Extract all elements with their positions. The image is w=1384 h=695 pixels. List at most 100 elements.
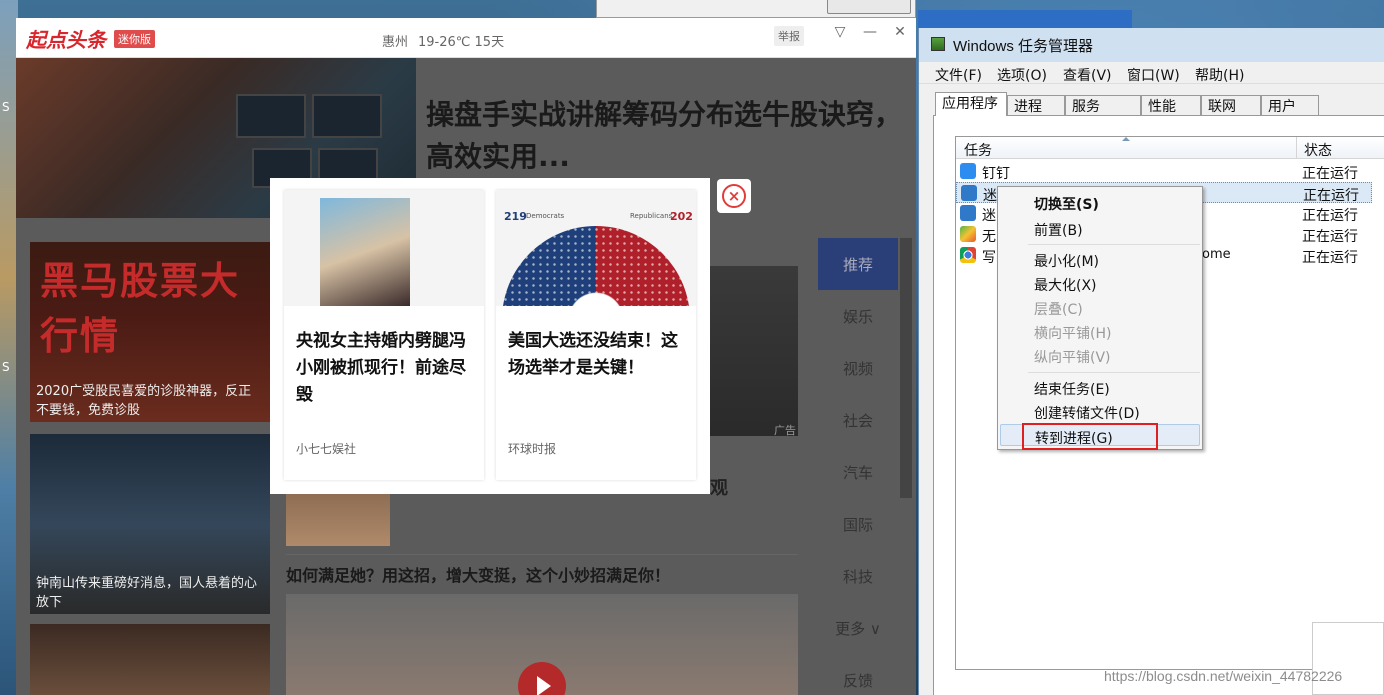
- menu-file[interactable]: 文件(F): [935, 65, 982, 85]
- dropdown-icon[interactable]: ▽: [832, 24, 848, 40]
- task-row[interactable]: 钉钉 正在运行: [956, 161, 1384, 182]
- news-card-zhong[interactable]: 钟南山传来重磅好消息，国人悬着的心放下: [30, 434, 270, 614]
- news-thumbnail[interactable]: [286, 488, 390, 546]
- menu-item-label: 层叠(C): [1034, 302, 1083, 318]
- category-tab[interactable]: 视频: [818, 342, 898, 394]
- brand-logo: 起点头条: [26, 28, 106, 52]
- news-image[interactable]: [710, 266, 798, 436]
- list-header: 任务 状态: [956, 137, 1384, 159]
- ie-icon: [960, 226, 976, 242]
- menu-item-label: 纵向平铺(V): [1034, 350, 1111, 366]
- menu-window[interactable]: 窗口(W): [1127, 65, 1180, 85]
- menu-item-minimize[interactable]: 最小化(M): [1000, 248, 1200, 270]
- menu-item-switch-to[interactable]: 切换至(S): [1000, 191, 1200, 213]
- task-status: 正在运行: [1303, 188, 1359, 204]
- task-name-tail: ome: [1202, 247, 1231, 262]
- desktop-icon-label: S: [2, 100, 10, 114]
- category-tab[interactable]: 娱乐: [818, 290, 898, 342]
- scrollbar[interactable]: [900, 238, 912, 498]
- popup-close-icon[interactable]: ×: [717, 179, 751, 213]
- category-tab[interactable]: 更多 ∨: [818, 602, 898, 654]
- tab-services[interactable]: 服务: [1065, 95, 1141, 115]
- card-caption: 2020广受股民喜爱的诊股神器，反正不要钱，免费诊股: [36, 384, 252, 418]
- column-status[interactable]: 状态: [1304, 140, 1332, 160]
- category-tab[interactable]: 汽车: [818, 446, 898, 498]
- video-thumbnail[interactable]: [286, 594, 798, 695]
- news-titlebar: 起点头条 迷你版 惠州 19-26℃ 15天 举报 ▽ — ✕: [16, 18, 916, 58]
- report-button[interactable]: 举报: [774, 26, 804, 46]
- weather-label[interactable]: 19-26℃ 15天: [418, 35, 504, 50]
- popup-card-source: 小七七娱社: [296, 442, 357, 456]
- menu-item-label: 前置(B): [1034, 223, 1083, 239]
- news-card-face[interactable]: [30, 624, 270, 695]
- popup-dialog: 央视女主持婚内劈腿冯小刚被抓现行！前途尽毁 小七七娱社 219 Democrat…: [270, 178, 710, 494]
- menu-item-create-dump[interactable]: 创建转储文件(D): [1000, 400, 1200, 422]
- popup-card[interactable]: 219 Democrats Republicans 202 美国大选还没结束！这…: [496, 190, 696, 480]
- column-task[interactable]: 任务: [964, 140, 992, 160]
- task-status: 正在运行: [1302, 166, 1358, 182]
- dem-count: 219: [504, 210, 527, 223]
- task-status: 正在运行: [1302, 208, 1358, 224]
- toutiao-icon: [961, 185, 977, 201]
- menu-item-tile-horizontal: 横向平铺(H): [1000, 320, 1200, 342]
- popup-image: [284, 190, 484, 306]
- brand-badge: 迷你版: [114, 30, 155, 48]
- popup-card-title[interactable]: 美国大选还没结束！这场选举才是关键！: [508, 328, 686, 382]
- task-name: 写: [982, 250, 996, 266]
- category-tab[interactable]: 反馈: [818, 654, 898, 695]
- menu-options[interactable]: 选项(O): [997, 65, 1047, 85]
- news-card-stock[interactable]: 黑马股票大行情 2020广受股民喜爱的诊股神器，反正不要钱，免费诊股: [30, 242, 270, 422]
- rep-count: 202: [670, 210, 693, 223]
- desktop-icon-label: S: [2, 360, 10, 374]
- close-icon[interactable]: ✕: [892, 24, 908, 40]
- partial-headline[interactable]: 观: [710, 474, 728, 500]
- category-tab[interactable]: 社会: [818, 394, 898, 446]
- popup-image: 219 Democrats Republicans 202: [496, 190, 696, 306]
- menu-separator: [1028, 372, 1200, 373]
- tab-networking[interactable]: 联网: [1201, 95, 1261, 115]
- tab-applications[interactable]: 应用程序: [935, 92, 1007, 116]
- menu-item-label: 创建转储文件(D): [1034, 406, 1140, 422]
- menu-item-label: 最小化(M): [1034, 254, 1100, 270]
- minimize-icon[interactable]: —: [862, 24, 878, 40]
- news-headline[interactable]: 如何满足她？用这招，增大变挺，这个小妙招满足你！: [286, 562, 670, 586]
- election-chart: [502, 226, 690, 306]
- category-tab[interactable]: 推荐: [818, 238, 898, 290]
- chrome-icon: [960, 247, 976, 263]
- ad-label: 广告: [774, 424, 796, 437]
- menu-item-maximize[interactable]: 最大化(X): [1000, 272, 1200, 294]
- rep-label: Republicans: [630, 212, 673, 220]
- task-status: 正在运行: [1302, 229, 1358, 245]
- category-tab[interactable]: 科技: [818, 550, 898, 602]
- popup-card[interactable]: 央视女主持婚内劈腿冯小刚被抓现行！前途尽毁 小七七娱社: [284, 190, 484, 480]
- city-label[interactable]: 惠州: [382, 35, 408, 50]
- menu-item-bring-to-front[interactable]: 前置(B): [1000, 217, 1200, 239]
- weather-info: 惠州 19-26℃ 15天: [382, 31, 504, 50]
- play-icon[interactable]: [518, 662, 566, 695]
- task-manager-icon: [931, 37, 945, 51]
- category-nav: 推荐 娱乐 视频 社会 汽车 国际 科技 更多 ∨ 反馈: [818, 238, 898, 695]
- card-caption: 钟南山传来重磅好消息，国人悬着的心放下: [36, 576, 258, 610]
- photo: [320, 198, 410, 306]
- menu-help[interactable]: 帮助(H): [1195, 65, 1244, 85]
- category-tab[interactable]: 国际: [818, 498, 898, 550]
- menu-item-label: 切换至(S): [1034, 197, 1099, 213]
- task-status: 正在运行: [1302, 250, 1358, 266]
- menu-separator: [1028, 244, 1200, 245]
- hero-headline[interactable]: 操盘手实战讲解筹码分布选牛股诀窍，高效实用...: [426, 94, 906, 178]
- menu-item-cascade: 层叠(C): [1000, 296, 1200, 318]
- popup-card-source: 环球时报: [508, 442, 557, 456]
- menu-item-end-task[interactable]: 结束任务(E): [1000, 376, 1200, 398]
- red-highlight-box: [1022, 423, 1158, 450]
- tab-users[interactable]: 用户: [1261, 95, 1319, 115]
- menu-bar: 文件(F) 选项(O) 查看(V) 窗口(W) 帮助(H): [919, 62, 1384, 84]
- menu-view[interactable]: 查看(V): [1063, 65, 1112, 85]
- tab-processes[interactable]: 进程: [1007, 95, 1065, 115]
- menu-item-tile-vertical: 纵向平铺(V): [1000, 344, 1200, 366]
- popup-card-title[interactable]: 央视女主持婚内劈腿冯小刚被抓现行！前途尽毁: [296, 328, 474, 409]
- context-menu: 切换至(S) 前置(B) 最小化(M) 最大化(X) 层叠(C) 横向平铺(H)…: [997, 186, 1203, 450]
- stock-banner: 黑马股票大行情: [40, 259, 241, 358]
- dingtalk-icon: [960, 163, 976, 179]
- background-dialog-button[interactable]: [827, 0, 911, 14]
- tab-performance[interactable]: 性能: [1141, 95, 1201, 115]
